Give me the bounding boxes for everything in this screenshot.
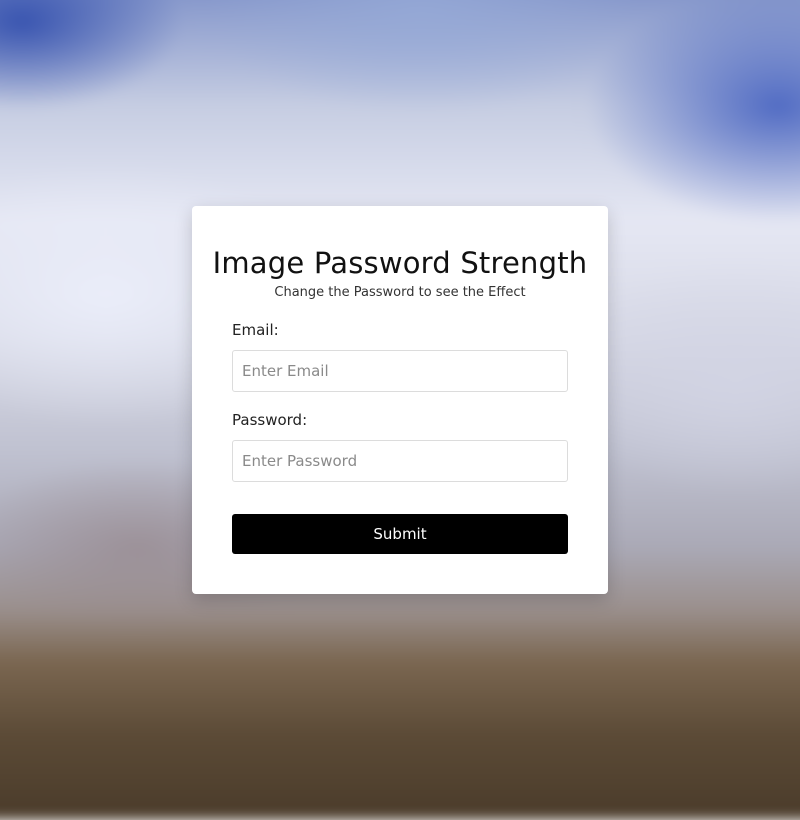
email-label: Email: xyxy=(232,321,279,339)
password-label: Password: xyxy=(232,411,308,429)
login-card: Image Password Strength Change the Passw… xyxy=(192,206,608,594)
page-subtitle: Change the Password to see the Effect xyxy=(274,285,526,300)
page-title: Image Password Strength xyxy=(212,246,588,280)
submit-button[interactable]: Submit xyxy=(232,514,568,554)
password-field[interactable] xyxy=(232,440,568,482)
email-field[interactable] xyxy=(232,350,568,392)
